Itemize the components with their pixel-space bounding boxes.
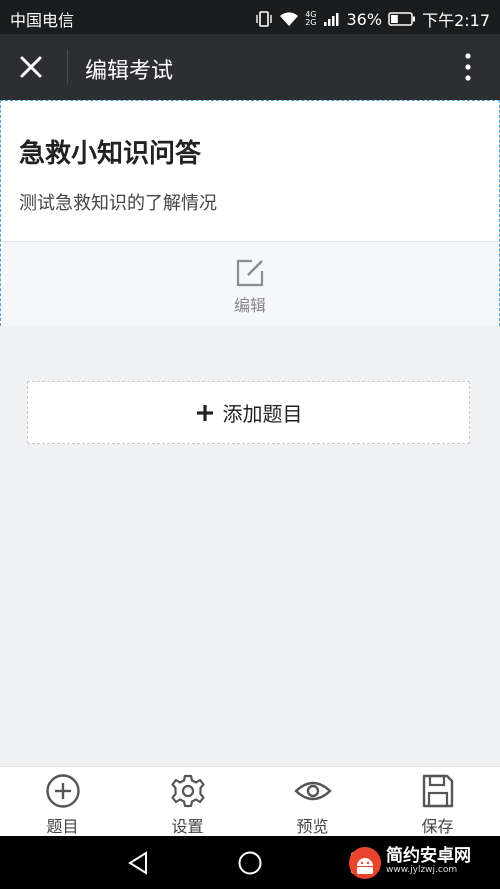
home-icon[interactable] (237, 850, 263, 876)
vibrate-icon (256, 11, 272, 27)
floppy-disk-icon (422, 774, 453, 808)
eye-icon (293, 781, 332, 801)
edit-button[interactable]: 编辑 (1, 241, 499, 326)
back-icon[interactable] (126, 850, 152, 876)
plus-icon (196, 404, 213, 421)
wifi-icon (280, 12, 299, 26)
exam-title: 急救小知识问答 (19, 139, 202, 169)
watermark-text: 简约安卓网 www.jylzwj.com (386, 846, 471, 877)
watermark: 简约安卓网 www.jylzwj.com (348, 838, 498, 888)
tab-save[interactable]: 保存 (375, 767, 500, 837)
network-type: 4G 2G (305, 10, 317, 27)
tab-preview-label: 预览 (296, 817, 329, 836)
bottom-tab-bar: 题目 设置 预览 保存 (0, 766, 500, 837)
carrier-label: 中国电信 (10, 11, 75, 30)
tab-questions[interactable]: 题目 (0, 767, 125, 837)
edit-icon (236, 259, 264, 287)
battery-percent: 36% (346, 9, 383, 29)
add-question-button[interactable]: 添加题目 (27, 381, 470, 444)
edit-label: 编辑 (233, 296, 266, 315)
watermark-brand: 简约安卓网 (386, 846, 471, 866)
clock: 下午2:17 (422, 11, 490, 30)
page-title: 编辑考试 (85, 59, 174, 84)
tab-save-label: 保存 (421, 817, 454, 836)
status-icons: 4G 2G 36% 下午2:17 (255, 7, 490, 31)
close-icon[interactable] (14, 50, 48, 84)
add-question-label: 添加题目 (222, 402, 303, 426)
android-logo-icon (349, 847, 381, 879)
plus-circle-icon (45, 774, 80, 808)
signal-icon (323, 13, 338, 26)
status-bar: 中国电信 4G 2G 36% 下午2:17 (0, 0, 500, 34)
gear-icon (170, 774, 205, 808)
exam-card[interactable]: 急救小知识问答 测试急救知识的了解情况 编辑 (0, 100, 500, 326)
tab-settings-label: 设置 (171, 817, 204, 836)
tab-preview[interactable]: 预览 (250, 767, 375, 837)
battery-icon (388, 12, 416, 26)
tab-settings[interactable]: 设置 (125, 767, 250, 837)
exam-description: 测试急救知识的了解情况 (19, 193, 217, 214)
app-header: 编辑考试 (0, 34, 500, 100)
header-divider (67, 50, 68, 84)
tab-questions-label: 题目 (46, 817, 79, 836)
more-options-icon[interactable] (462, 50, 474, 84)
